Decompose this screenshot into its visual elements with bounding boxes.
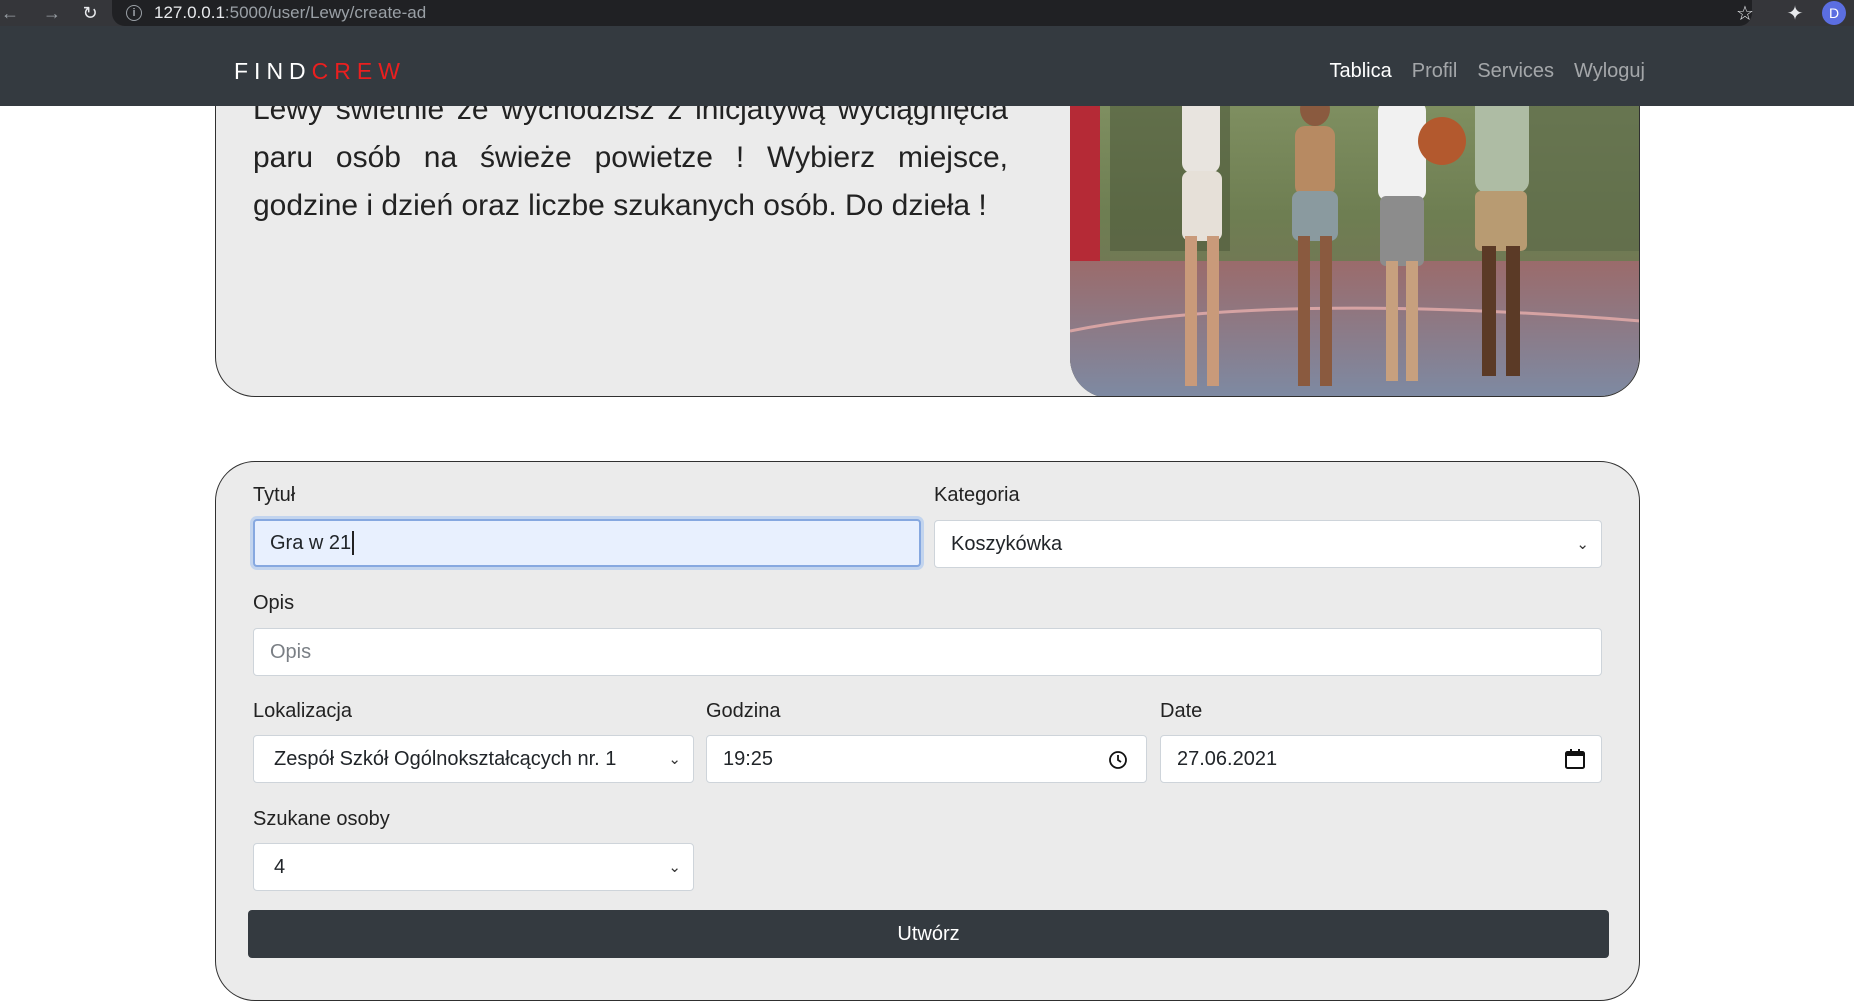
- location-select-value: Zespół Szkół Ogólnokształcących nr. 1: [274, 747, 617, 770]
- location-select[interactable]: Zespół Szkół Ogólnokształcących nr. 1 ⌄: [253, 735, 694, 783]
- clock-icon[interactable]: [1108, 750, 1128, 770]
- url-host: 127.0.0.1: [154, 3, 225, 22]
- brand-find: FIND: [234, 58, 312, 84]
- title-input-value: Gra w 21: [270, 531, 352, 554]
- time-input[interactable]: 19:25: [706, 735, 1147, 783]
- brand-logo[interactable]: FINDCREW: [234, 60, 406, 83]
- forward-arrow-icon[interactable]: →: [34, 0, 70, 26]
- bookmark-star-icon[interactable]: ☆: [1720, 1, 1770, 26]
- category-select[interactable]: Koszykówka ⌄: [934, 520, 1602, 568]
- create-ad-form: Tytuł Gra w 21 Kategoria Koszykówka ⌄ Op…: [215, 461, 1640, 1001]
- nav-link-wyloguj[interactable]: Wyloguj: [1574, 60, 1645, 82]
- hero-message: Lewy świetnie że wychodzisz z inicjatywą…: [253, 93, 1008, 222]
- calendar-icon[interactable]: [1563, 747, 1587, 771]
- nav-link-tablica[interactable]: Tablica: [1329, 60, 1391, 82]
- browser-toolbar: ← → ↻ i 127.0.0.1 :5000/user/Lewy/create…: [0, 0, 1854, 26]
- extensions-puzzle-icon[interactable]: ✦: [1770, 1, 1820, 26]
- category-select-value: Koszykówka: [951, 532, 1063, 555]
- people-count-select[interactable]: 4 ⌄: [253, 843, 694, 891]
- time-label: Godzina: [706, 700, 781, 722]
- text-caret: [352, 531, 354, 555]
- description-label: Opis: [253, 592, 295, 614]
- category-label: Kategoria: [934, 484, 1020, 506]
- nav-link-profil[interactable]: Profil: [1412, 60, 1458, 82]
- url-path: :5000/user/Lewy/create-ad: [224, 3, 427, 22]
- title-label: Tytuł: [253, 484, 296, 506]
- site-navbar: FINDCREW Tablica Profil Services Wyloguj: [0, 26, 1854, 106]
- back-arrow-icon[interactable]: ←: [0, 0, 20, 26]
- brand-crew: CREW: [311, 58, 406, 84]
- description-input[interactable]: [270, 640, 1601, 664]
- title-input[interactable]: Gra w 21: [253, 519, 921, 567]
- chevron-down-icon: ⌄: [668, 859, 681, 876]
- location-label: Lokalizacja: [253, 700, 352, 722]
- reload-icon[interactable]: ↻: [72, 0, 108, 26]
- chevron-down-icon: ⌄: [668, 751, 681, 768]
- time-input-value: 19:25: [723, 747, 774, 770]
- create-button[interactable]: Utwórz: [248, 910, 1609, 958]
- date-label: Date: [1160, 700, 1203, 722]
- people-label: Szukane osoby: [253, 808, 390, 830]
- profile-avatar[interactable]: D: [1822, 1, 1846, 25]
- nav-links: Tablica Profil Services Wyloguj: [1329, 60, 1645, 82]
- date-input[interactable]: 27.06.2021: [1160, 735, 1602, 783]
- site-info-icon[interactable]: i: [126, 5, 142, 21]
- chevron-down-icon: ⌄: [1576, 536, 1589, 553]
- description-field[interactable]: [253, 628, 1602, 676]
- nav-link-services[interactable]: Services: [1477, 60, 1554, 82]
- date-input-value: 27.06.2021: [1177, 747, 1278, 770]
- people-count-value: 4: [274, 855, 286, 878]
- address-bar[interactable]: i 127.0.0.1 :5000/user/Lewy/create-ad: [112, 0, 1752, 26]
